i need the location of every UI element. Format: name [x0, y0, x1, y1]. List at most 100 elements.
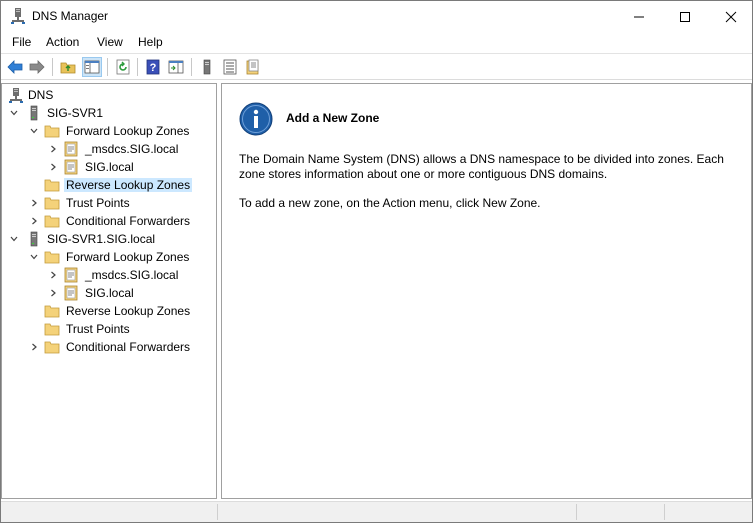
forward-button[interactable] — [27, 57, 47, 77]
tree-label: SIG.local — [85, 286, 134, 300]
zone-file-icon — [64, 159, 78, 175]
minimize-icon — [634, 16, 644, 17]
chevron-right-icon[interactable] — [45, 267, 61, 283]
chevron-down-icon[interactable] — [26, 249, 42, 265]
help-button[interactable]: ? — [143, 57, 163, 77]
menu-view[interactable]: View — [95, 35, 125, 49]
close-button[interactable] — [708, 1, 753, 32]
menu-help[interactable]: Help — [136, 35, 165, 49]
tree-item-dns[interactable]: DNS — [2, 86, 216, 104]
chevron-right-icon[interactable] — [26, 195, 42, 211]
window-title: DNS Manager — [32, 9, 109, 23]
tree-item-trust-points[interactable]: Trust Points — [2, 194, 216, 212]
tree-label: Trust Points — [66, 196, 130, 210]
tree-item-forward-lookup-zones[interactable]: Forward Lookup Zones — [2, 122, 216, 140]
tree-label: SIG-SVR1 — [47, 106, 104, 120]
list-view-button[interactable] — [220, 57, 240, 77]
help-icon: ? — [146, 59, 160, 75]
tree-item-conditional-forwarders-2[interactable]: Conditional Forwarders — [2, 338, 216, 356]
tree-label-selected: Reverse Lookup Zones — [64, 178, 193, 192]
chevron-down-icon[interactable] — [6, 105, 22, 121]
chevron-right-icon[interactable] — [45, 141, 61, 157]
chevron-right-icon[interactable] — [45, 285, 61, 301]
tree-label: Forward Lookup Zones — [66, 124, 190, 138]
up-one-level-button[interactable] — [58, 57, 78, 77]
tree-label: _msdcs.SIG.local — [85, 268, 179, 282]
server-icon — [203, 59, 211, 75]
status-separator — [576, 504, 577, 520]
tree-label: DNS — [28, 88, 54, 102]
instruction-text: To add a new zone, on the Action menu, c… — [239, 196, 541, 210]
maximize-icon — [680, 11, 690, 22]
tree-item-trust-points-2[interactable]: Trust Points — [2, 320, 216, 338]
dns-manager-window: DNS Manager File Action View Help ? DNS … — [0, 0, 753, 523]
zone-file-icon — [64, 285, 78, 301]
tree-item-zone-msdcs[interactable]: _msdcs.SIG.local — [2, 140, 216, 158]
title-bar: DNS Manager — [1, 1, 752, 32]
maximize-button[interactable] — [662, 1, 708, 32]
menu-bar: File Action View Help — [1, 32, 752, 54]
folder-icon — [44, 179, 60, 192]
folder-icon — [44, 215, 60, 228]
folder-icon — [44, 125, 60, 138]
close-icon — [725, 11, 737, 22]
forward-arrow-icon — [29, 60, 45, 74]
menu-action[interactable]: Action — [44, 35, 81, 49]
toolbar-separator — [52, 58, 53, 76]
properties-button[interactable] — [243, 57, 263, 77]
refresh-icon — [116, 59, 130, 75]
menu-file[interactable]: File — [10, 35, 33, 49]
tree-item-server2[interactable]: SIG-SVR1.SIG.local — [2, 230, 216, 248]
chevron-right-icon[interactable] — [26, 339, 42, 355]
properties-icon — [246, 59, 259, 75]
description-text: The Domain Name System (DNS) allows a DN… — [239, 152, 724, 181]
folder-icon — [44, 251, 60, 264]
folder-icon — [44, 323, 60, 336]
folder-icon — [44, 341, 60, 354]
server-button[interactable] — [197, 57, 217, 77]
chevron-down-icon[interactable] — [26, 123, 42, 139]
list-icon — [223, 59, 237, 75]
show-hide-console-tree-button[interactable] — [82, 57, 102, 77]
console-tree: DNS SIG-SVR1 Forward Lookup Zones _msdcs… — [1, 83, 217, 499]
minimize-button[interactable] — [616, 1, 662, 32]
tree-item-reverse-lookup-zones[interactable]: Reverse Lookup Zones — [2, 176, 216, 194]
folder-icon — [44, 197, 60, 210]
back-arrow-icon — [7, 60, 23, 74]
tree-label: Conditional Forwarders — [66, 214, 191, 228]
chevron-right-icon[interactable] — [26, 213, 42, 229]
refresh-button[interactable] — [113, 57, 133, 77]
status-separator — [664, 504, 665, 520]
show-hide-tree-icon — [84, 60, 100, 74]
zone-file-icon — [64, 267, 78, 283]
tree-label: SIG-SVR1.SIG.local — [47, 232, 156, 246]
toolbar-separator — [137, 58, 138, 76]
tree-item-reverse-lookup-zones-2[interactable]: Reverse Lookup Zones — [2, 302, 216, 320]
server-icon — [30, 231, 38, 247]
page-title: Add a New Zone — [286, 111, 380, 125]
zone-file-icon — [64, 141, 78, 157]
show-hide-action-pane-button[interactable] — [166, 57, 186, 77]
tree-item-conditional-forwarders[interactable]: Conditional Forwarders — [2, 212, 216, 230]
tree-label: _msdcs.SIG.local — [85, 142, 179, 156]
toolbar-separator — [191, 58, 192, 76]
info-icon — [239, 102, 273, 136]
up-folder-icon — [60, 62, 76, 74]
status-separator — [217, 504, 218, 520]
toolbar: ? — [1, 55, 752, 80]
back-button[interactable] — [5, 57, 25, 77]
results-pane: Add a New Zone The Domain Name System (D… — [221, 83, 752, 499]
tree-item-forward-lookup-zones-2[interactable]: Forward Lookup Zones — [2, 248, 216, 266]
toolbar-separator — [107, 58, 108, 76]
tree-label: Forward Lookup Zones — [66, 250, 190, 264]
tree-item-zone-sig-local[interactable]: SIG.local — [2, 158, 216, 176]
tree-label: Trust Points — [66, 322, 130, 336]
dns-server-icon — [11, 8, 25, 24]
tree-item-zone-msdcs-2[interactable]: _msdcs.SIG.local — [2, 266, 216, 284]
chevron-down-icon[interactable] — [6, 231, 22, 247]
tree-item-server1[interactable]: SIG-SVR1 — [2, 104, 216, 122]
chevron-right-icon[interactable] — [45, 159, 61, 175]
tree-item-zone-sig-local-2[interactable]: SIG.local — [2, 284, 216, 302]
tree-label: Conditional Forwarders — [66, 340, 191, 354]
svg-text:?: ? — [150, 62, 157, 74]
